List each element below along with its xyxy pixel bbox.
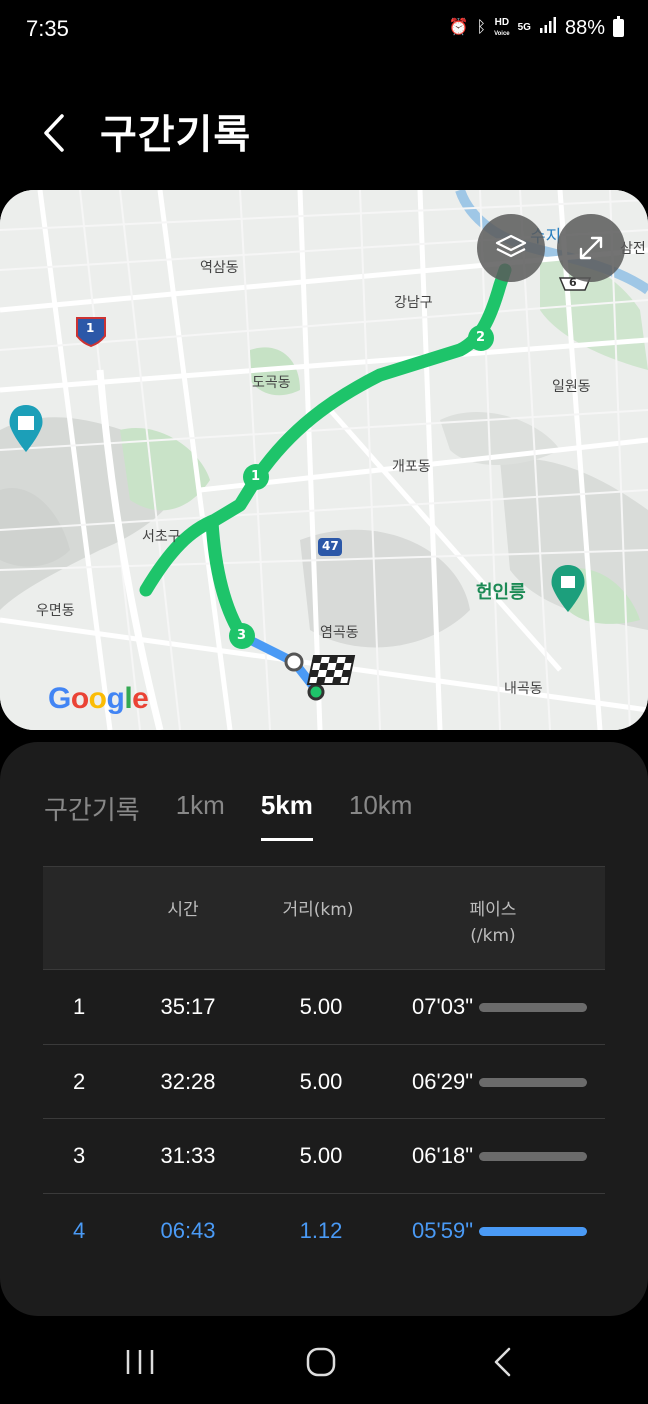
signal-icon — [539, 16, 557, 40]
splits-table: 시간 거리(km) 페이스 (/km) 1 35:17 5.00 07'03" … — [43, 866, 605, 1268]
row-distance: 5.00 — [299, 994, 343, 1019]
pace-bar — [479, 1077, 587, 1087]
map-label-heonilleung: 헌인릉 — [476, 582, 526, 603]
tab-5km[interactable]: 5km — [260, 790, 313, 841]
layers-icon — [495, 234, 527, 258]
header-pace: 페이스 (/km) — [443, 897, 543, 949]
row-pace: 06'29" — [412, 1068, 473, 1094]
google-letter: g — [106, 682, 125, 715]
hd-label: HD — [494, 16, 510, 28]
row-distance: 1.12 — [299, 1217, 343, 1243]
battery-percent: 88% — [564, 16, 605, 39]
alarm-icon: ⏰ — [448, 19, 469, 36]
recents-button[interactable] — [120, 1342, 160, 1382]
row-distance: 5.00 — [299, 1143, 343, 1168]
header-time: 시간 — [167, 900, 199, 920]
voice-label: Voice — [494, 30, 510, 37]
chevron-left-icon — [44, 114, 64, 152]
back-button[interactable] — [36, 108, 76, 158]
hd-voice-icon: HD Voice — [494, 16, 510, 39]
row-index: 3 — [73, 1143, 86, 1168]
pace-bar — [479, 1152, 587, 1161]
map-label-gaepo: 개포동 — [392, 459, 431, 475]
row-index: 1 — [73, 994, 86, 1019]
header-pace-unit: (/km) — [470, 926, 516, 946]
expand-icon — [579, 236, 603, 260]
pace-bar — [479, 1226, 587, 1236]
5g-icon: 5G — [517, 22, 531, 33]
map-expand-button[interactable] — [557, 214, 625, 282]
header: 구간기록 — [0, 96, 648, 172]
google-logo: Google — [48, 682, 149, 716]
google-letter: o — [88, 682, 107, 715]
row-time: 06:43 — [160, 1217, 216, 1243]
row-index: 2 — [73, 1068, 86, 1094]
home-button[interactable] — [301, 1342, 341, 1382]
row-distance: 5.00 — [299, 1068, 343, 1094]
status-icons: ⏰ ᛒ HD Voice 5G 88% — [449, 16, 624, 40]
route-map[interactable]: 역삼동 강남구 도곡동 일원동 개포동 서초구 우면동 헌인릉 염곡동 내곡동 … — [0, 190, 648, 730]
km-marker-1: 1 — [251, 469, 261, 484]
table-row: 3 31:33 5.00 06'18" — [43, 1119, 605, 1194]
system-nav-bar — [0, 1320, 648, 1404]
map-tiles — [0, 190, 648, 730]
km-marker-2: 2 — [476, 330, 486, 345]
status-time: 7:35 — [26, 16, 69, 41]
route-badge-47: 47 — [322, 539, 339, 553]
table-row-current: 4 06:43 1.12 05'59" — [43, 1194, 605, 1269]
back-icon — [494, 1347, 511, 1377]
table-header: 시간 거리(km) 페이스 (/km) — [43, 866, 605, 970]
page-title: 구간기록 — [100, 112, 252, 158]
header-pace-label: 페이스 — [469, 900, 517, 920]
row-time: 31:33 — [160, 1143, 216, 1168]
map-layers-button[interactable] — [477, 214, 545, 282]
km-marker-3: 3 — [237, 628, 247, 643]
row-pace: 06'18" — [412, 1143, 473, 1168]
google-letter: G — [48, 682, 71, 715]
nav-back-button[interactable] — [484, 1342, 524, 1382]
google-letter: l — [124, 682, 133, 715]
home-icon — [306, 1347, 336, 1377]
table-row: 2 32:28 5.00 06'29" — [43, 1045, 605, 1119]
row-index: 4 — [73, 1217, 86, 1243]
google-letter: o — [70, 682, 89, 715]
row-time: 35:17 — [160, 994, 216, 1019]
tab-splits[interactable]: 구간기록 — [44, 790, 140, 835]
recents-icon — [126, 1350, 154, 1374]
map-label-dogok: 도곡동 — [252, 375, 291, 391]
row-pace: 07'03" — [412, 994, 473, 1019]
records-panel: 구간기록 1km 5km 10km 시간 거리(km) 페이스 (/km) 1 … — [0, 742, 648, 1316]
map-label-gangnam: 강남구 — [394, 295, 433, 311]
map-label-ilwon: 일원동 — [552, 379, 591, 395]
battery-icon — [613, 16, 624, 37]
map-label-umyeon: 우면동 — [36, 603, 75, 619]
table-row: 1 35:17 5.00 07'03" — [43, 970, 605, 1045]
google-letter: e — [132, 682, 149, 715]
map-label-yeoksam: 역삼동 — [200, 260, 239, 276]
map-label-seocho: 서초구 — [142, 529, 181, 545]
status-bar: 7:35 ⏰ ᛒ HD Voice 5G 88% — [0, 0, 648, 62]
map-label-yeomgok: 염곡동 — [320, 625, 359, 641]
header-distance: 거리(km) — [282, 900, 354, 920]
row-time: 32:28 — [160, 1068, 216, 1094]
bluetooth-icon: ᛒ — [476, 19, 487, 36]
split-tabs: 구간기록 1km 5km 10km — [44, 790, 448, 841]
map-label-naegok: 내곡동 — [504, 681, 543, 697]
row-pace: 05'59" — [412, 1217, 473, 1243]
tab-1km[interactable]: 1km — [176, 790, 225, 835]
pace-bar — [479, 1003, 587, 1012]
route-badge-1: 1 — [86, 321, 95, 335]
tab-10km[interactable]: 10km — [349, 790, 413, 835]
